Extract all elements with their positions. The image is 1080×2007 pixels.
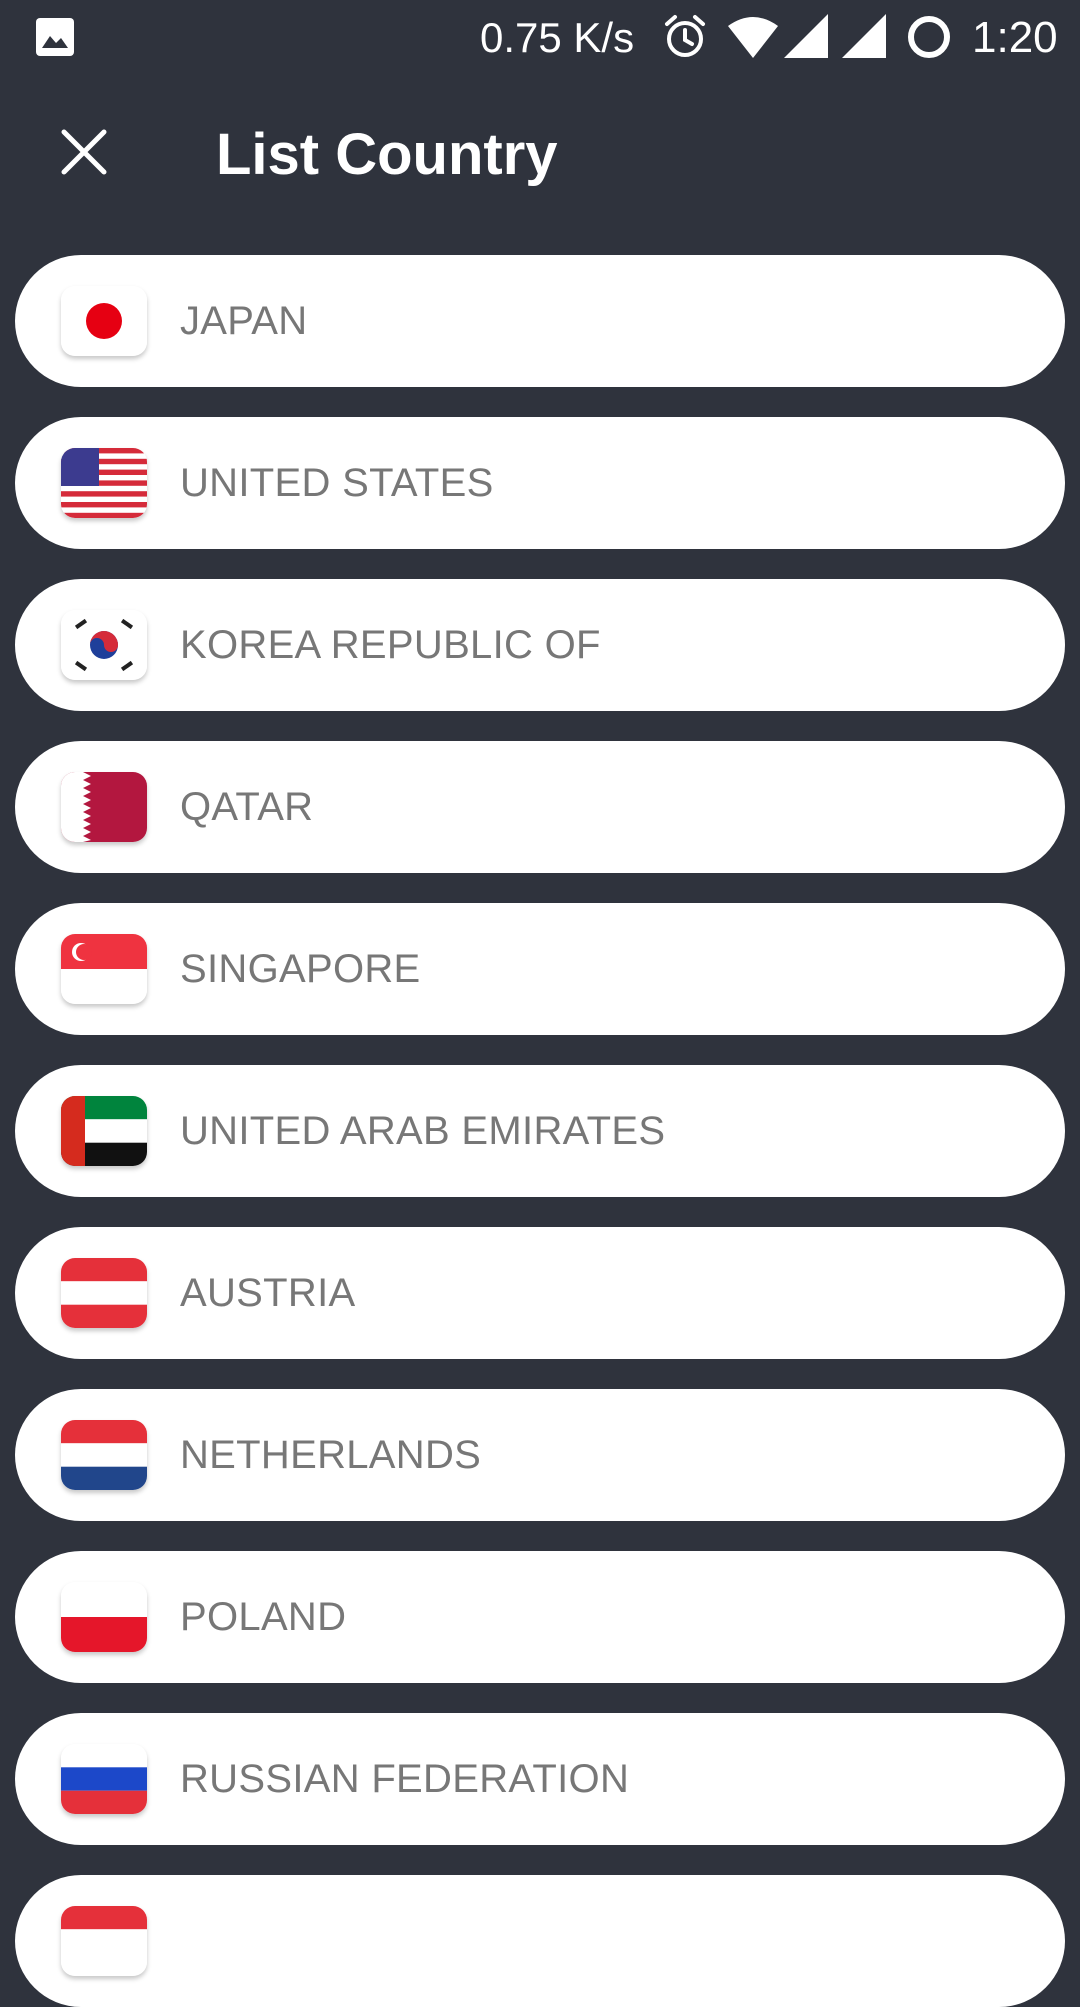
uae-flag-icon [61, 1096, 147, 1166]
alarm-icon [662, 14, 708, 65]
country-item-netherlands[interactable]: NETHERLANDS [15, 1389, 1065, 1521]
country-item-poland[interactable]: POLAND [15, 1551, 1065, 1683]
close-button[interactable] [44, 114, 124, 194]
battery-saver-icon [906, 14, 952, 65]
united-states-flag-icon [61, 448, 147, 518]
russia-flag-icon [61, 1744, 147, 1814]
country-name: SINGAPORE [180, 947, 421, 991]
netherlands-flag-icon [61, 1420, 147, 1490]
close-icon [60, 128, 108, 181]
singapore-flag-icon [61, 934, 147, 1004]
austria-flag-icon [61, 1258, 147, 1328]
network-speed: 0.75 K/s [480, 14, 635, 61]
country-name: RUSSIAN FEDERATION [180, 1757, 630, 1801]
country-item-qatar[interactable]: QATAR [15, 741, 1065, 873]
korea-flag-icon [61, 610, 147, 680]
qatar-flag-icon [61, 772, 147, 842]
country-item-partial[interactable] [15, 1875, 1065, 2007]
country-item-austria[interactable]: AUSTRIA [15, 1227, 1065, 1359]
poland-flag-icon [61, 1582, 147, 1652]
country-name: JAPAN [180, 299, 308, 343]
country-name: NETHERLANDS [180, 1433, 482, 1477]
wifi-icon [726, 16, 780, 65]
country-name: UNITED ARAB EMIRATES [180, 1109, 666, 1153]
app-bar: List Country [0, 76, 1080, 246]
signal-icon [784, 14, 828, 63]
gallery-icon [36, 18, 74, 61]
country-item-singapore[interactable]: SINGAPORE [15, 903, 1065, 1035]
country-item-united-states[interactable]: UNITED STATES [15, 417, 1065, 549]
signal-icon [842, 14, 886, 63]
country-name: AUSTRIA [180, 1271, 356, 1315]
country-name: POLAND [180, 1595, 347, 1639]
country-name: UNITED STATES [180, 461, 494, 505]
clock-time: 1:20 [972, 13, 1058, 62]
country-item-korea[interactable]: KOREA REPUBLIC OF [15, 579, 1065, 711]
page-title: List Country [216, 122, 558, 187]
country-item-russia[interactable]: RUSSIAN FEDERATION [15, 1713, 1065, 1845]
japan-flag-icon [61, 286, 147, 356]
country-list: JAPAN UNITED STATES KOREA REPUBLIC OF QA… [15, 255, 1065, 2007]
country-item-japan[interactable]: JAPAN [15, 255, 1065, 387]
country-name: KOREA REPUBLIC OF [180, 623, 601, 667]
partial-flag-icon [61, 1906, 147, 1976]
status-bar: 0.75 K/s 1:20 [0, 0, 1080, 76]
country-name: QATAR [180, 785, 314, 829]
country-item-uae[interactable]: UNITED ARAB EMIRATES [15, 1065, 1065, 1197]
